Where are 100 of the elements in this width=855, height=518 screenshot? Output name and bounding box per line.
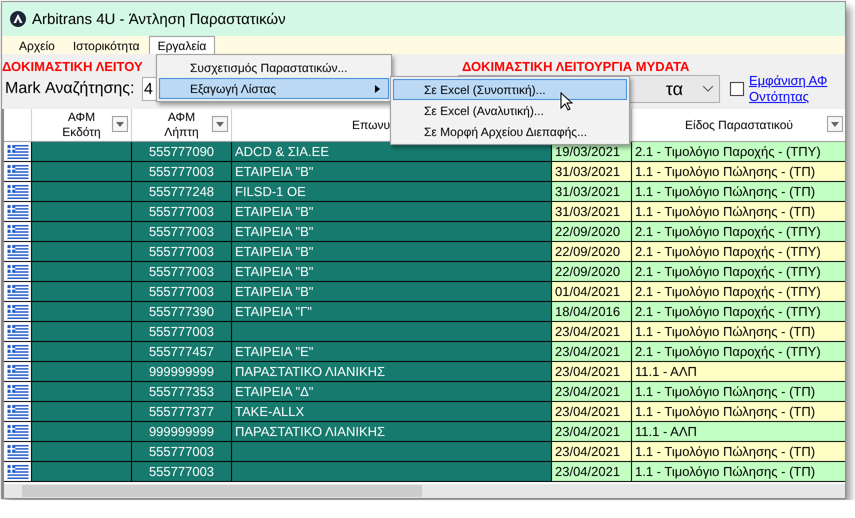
filter-dropdown-button[interactable] xyxy=(827,116,843,132)
greek-flag-icon xyxy=(6,324,28,338)
table-cell: 555777457 xyxy=(132,342,232,362)
table-cell: 01/04/2021 xyxy=(552,282,632,302)
table-cell: 1.1 - Τιμολόγιο Πώλησης - (ΤΠ) xyxy=(632,162,845,182)
greek-flag-icon xyxy=(6,184,28,198)
table-cell: 2.1 - Τιμολόγιο Παροχής - (ΤΠΥ) xyxy=(632,342,845,362)
menu-entry[interactable]: Συσχετισμός Παραστατικών... xyxy=(159,57,389,78)
greek-flag-icon xyxy=(6,224,28,238)
table-cell: 31/03/2021 xyxy=(552,182,632,202)
window-title: Arbitrans 4U - Άντληση Παραστατικών xyxy=(32,10,286,28)
table-cell: 1.1 - Τιμολόγιο Πώλησης - (ΤΠ) xyxy=(632,402,845,422)
table-cell: 23/04/2021 xyxy=(552,362,632,382)
table-cell: 31/03/2021 xyxy=(552,202,632,222)
table-cell: 555777003 xyxy=(132,442,232,462)
table-cell: 555777003 xyxy=(132,262,232,282)
table-cell: 23/04/2021 xyxy=(552,442,632,462)
test-mode-warning: ΔΟΚΙΜΑΣΤΙΚΗ ΛΕΙΤΟΥ xyxy=(2,59,143,74)
greek-flag-icon xyxy=(6,384,28,398)
table-cell: ΕΤΑΙΡΕΙΑ "Β" xyxy=(232,262,552,282)
menu-item[interactable]: Ιστορικότητα xyxy=(64,36,149,54)
table-cell: 1.1 - Τιμολόγιο Πώλησης - (ΤΠ) xyxy=(632,382,845,402)
table-cell: ADCD & ΣΙΑ.ΕΕ xyxy=(232,142,552,162)
table-cell: 999999999 xyxy=(132,422,232,442)
greek-flag-icon xyxy=(6,464,28,478)
table-cell: 555777390 xyxy=(132,302,232,322)
menu-entry[interactable]: Σε Excel (Συνοπτική)... xyxy=(393,79,627,100)
chevron-down-icon xyxy=(703,86,713,92)
table-cell: 23/04/2021 xyxy=(552,382,632,402)
table-cell: FILSD-1 OE xyxy=(232,182,552,202)
table-cell: 555777377 xyxy=(132,402,232,422)
caret-icon xyxy=(116,122,124,126)
table-cell: 2.1 - Τιμολόγιο Παροχής - (ΤΠΥ) xyxy=(632,142,845,162)
menu-item[interactable]: Αρχείο xyxy=(10,36,64,54)
greek-flag-icon xyxy=(6,264,28,278)
show-vat-link[interactable]: Εμφάνιση ΑΦ xyxy=(749,73,828,89)
table-cell: ΕΤΑΙΡΕΙΑ "Β" xyxy=(232,242,552,262)
table-cell: 23/04/2021 xyxy=(552,402,632,422)
horizontal-scrollbar[interactable] xyxy=(4,484,845,498)
table-cell: ΕΤΑΙΡΕΙΑ "Δ" xyxy=(232,382,552,402)
table-cell: 23/04/2021 xyxy=(552,342,632,362)
table-cell: 11.1 - ΑΛΠ xyxy=(632,362,845,382)
table-cell: 999999999 xyxy=(132,362,232,382)
show-vat-link[interactable]: Οντότητας xyxy=(749,89,828,105)
table-cell: TAKE-ALLX xyxy=(232,402,552,422)
test-mode-warning: ΔΟΚΙΜΑΣΤΙΚΗ ΛΕΙΤΟΥΡΓΙΑ MYDATA xyxy=(462,59,690,74)
table-cell: ΕΤΑΙΡΕΙΑ "Ε" xyxy=(232,342,552,362)
table-cell: 2.1 - Τιμολόγιο Παροχής - (ΤΠΥ) xyxy=(632,242,845,262)
table-cell: 1.1 - Τιμολόγιο Πώλησης - (ΤΠ) xyxy=(632,322,845,342)
filter-dropdown-button[interactable] xyxy=(212,116,228,132)
table-cell: 1.1 - Τιμολόγιο Πώλησης - (ΤΠ) xyxy=(632,442,845,462)
table-cell: 2.1 - Τιμολόγιο Παροχής - (ΤΠΥ) xyxy=(632,222,845,242)
table-cell: 555777003 xyxy=(132,462,232,482)
column-header: ΑΦΜ Εκδότη xyxy=(32,109,132,142)
greek-flag-icon xyxy=(6,444,28,458)
table-cell: ΕΤΑΙΡΕΙΑ "Γ" xyxy=(232,302,552,322)
show-vat-checkbox[interactable] xyxy=(730,82,744,96)
filter-dropdown-button[interactable] xyxy=(112,116,128,132)
table-cell: 22/09/2020 xyxy=(552,262,632,282)
table-cell: 18/04/2016 xyxy=(552,302,632,322)
greek-flag-icon xyxy=(6,304,28,318)
menu-entry[interactable]: Εξαγωγή Λίστας xyxy=(159,78,389,99)
table-cell: ΕΤΑΙΡΕΙΑ "Β" xyxy=(232,282,552,302)
table-cell: ΕΤΑΙΡΕΙΑ "Β" xyxy=(232,162,552,182)
table-cell: 555777003 xyxy=(132,282,232,302)
greek-flag-icon xyxy=(6,164,28,178)
greek-flag-icon xyxy=(6,404,28,418)
table-cell: 555777353 xyxy=(132,382,232,402)
menu-item[interactable]: Εργαλεία xyxy=(148,36,216,54)
table-cell: 23/04/2021 xyxy=(552,422,632,442)
table-cell: 555777003 xyxy=(132,162,232,182)
table-cell: 555777003 xyxy=(132,242,232,262)
table-cell: 11.1 - ΑΛΠ xyxy=(632,422,845,442)
greek-flag-icon xyxy=(6,244,28,258)
table-cell: 22/09/2020 xyxy=(552,242,632,262)
caret-icon xyxy=(831,122,839,126)
app-logo-icon xyxy=(10,11,26,27)
table-cell: 23/04/2021 xyxy=(552,462,632,482)
table-cell: ΕΤΑΙΡΕΙΑ "Β" xyxy=(232,222,552,242)
table-cell: 31/03/2021 xyxy=(552,162,632,182)
greek-flag-icon xyxy=(6,424,28,438)
greek-flag-icon xyxy=(6,344,28,358)
table-cell: 555777090 xyxy=(132,142,232,162)
table-cell: 1.1 - Τιμολόγιο Πώλησης - (ΤΠ) xyxy=(632,462,845,482)
table-cell: 2.1 - Τιμολόγιο Παροχής - (ΤΠΥ) xyxy=(632,282,845,302)
table-cell: 555777003 xyxy=(132,202,232,222)
greek-flag-icon xyxy=(6,364,28,378)
greek-flag-icon xyxy=(6,284,28,298)
search-label: Mark Αναζήτησης: xyxy=(4,80,136,98)
column-header: ΑΦΜ Λήπτη xyxy=(132,109,232,142)
table-cell: ΠΑΡΑΣΤΑΤΙΚΟ ΛΙΑΝΙΚΗΣ xyxy=(232,422,552,442)
table-cell: ΠΑΡΑΣΤΑΤΙΚΟ ΛΙΑΝΙΚΗΣ xyxy=(232,362,552,382)
table-cell: 555777003 xyxy=(132,222,232,242)
greek-flag-icon xyxy=(6,144,28,158)
table-cell: 555777248 xyxy=(132,182,232,202)
table-cell: 2.1 - Τιμολόγιο Παροχής - (ΤΠΥ) xyxy=(632,302,845,322)
mouse-cursor-icon xyxy=(560,92,573,112)
table-cell: 23/04/2021 xyxy=(552,322,632,342)
table-cell: ΕΤΑΙΡΕΙΑ "Β" xyxy=(232,202,552,222)
table-cell: 555777003 xyxy=(132,322,232,342)
